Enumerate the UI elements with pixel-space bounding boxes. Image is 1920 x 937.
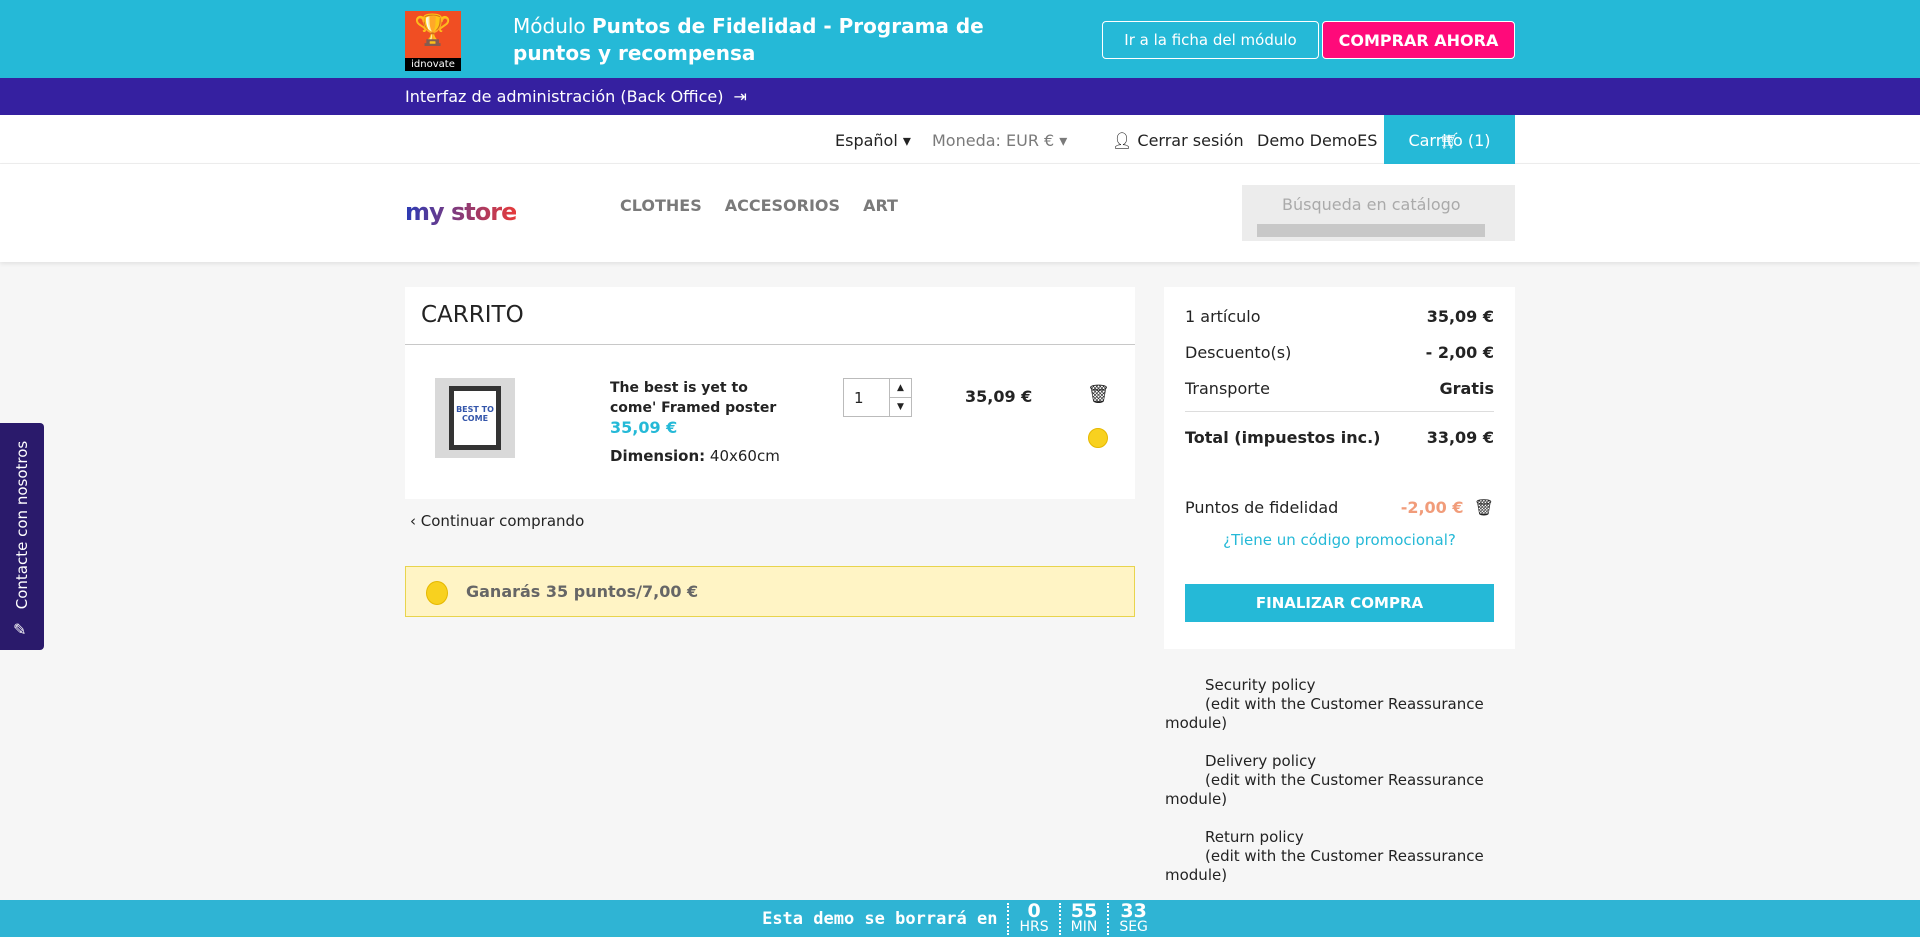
menu-art[interactable]: ART xyxy=(863,196,898,215)
cart-title: CARRITO xyxy=(405,287,1135,345)
product-dimension: Dimension: 40x60cm xyxy=(610,447,780,465)
delete-points-icon[interactable]: 🗑︎ xyxy=(1474,498,1494,517)
sign-in-icon: ⇥ xyxy=(733,87,747,106)
module-page-button[interactable]: Ir a la ficha del módulo xyxy=(1102,21,1319,59)
logout-link[interactable]: 👤︎ Cerrar sesión xyxy=(1112,131,1244,150)
decrement-icon[interactable]: ▼ xyxy=(890,397,911,416)
store-logo[interactable]: my store xyxy=(405,198,517,226)
product-total: 35,09 € xyxy=(965,387,1033,406)
module-title: Módulo Puntos de Fidelidad - Programa de… xyxy=(513,14,984,65)
user-nav: Español ▾ Moneda: EUR € ▾ 👤︎ Cerrar sesi… xyxy=(0,115,1920,164)
search-input[interactable]: Búsqueda en catálogo xyxy=(1242,185,1515,241)
menu-accesorios[interactable]: ACCESORIOS xyxy=(725,196,840,215)
contact-tab[interactable]: Contacte con nosotros ✎ xyxy=(0,423,44,650)
trophy-icon: 🏆 xyxy=(414,13,452,48)
cart-summary: 1 artículo 35,09 € Descuento(s) - 2,00 € T… xyxy=(1164,287,1515,649)
demo-countdown: Esta demo se borrará en 0 HRS 55 MIN 33 SEG xyxy=(0,900,1920,937)
product-price: 35,09 € xyxy=(610,418,678,437)
user-icon: 👤︎ xyxy=(1112,131,1133,150)
scrollbar[interactable] xyxy=(1257,224,1485,237)
idnovate-logo: 🏆 idnovate xyxy=(405,11,461,71)
chevron-left-icon: ‹ xyxy=(410,512,416,530)
buy-now-button[interactable]: COMPRAR AHORA xyxy=(1322,21,1515,59)
account-link[interactable]: Demo DemoES xyxy=(1257,131,1377,150)
site-header: my store CLOTHES ACCESORIOS ART Búsqueda… xyxy=(0,164,1920,262)
menu-clothes[interactable]: CLOTHES xyxy=(620,196,702,215)
product-image[interactable]: BEST TO COME xyxy=(435,378,515,458)
reassurance-return: Return policy (edit with the Customer Rea… xyxy=(1165,828,1484,884)
continue-shopping-link[interactable]: ‹ Continuar comprando xyxy=(410,512,584,530)
loyalty-points-notice: Ganarás 35 puntos/7,00 € xyxy=(405,566,1135,617)
cart-button[interactable]: 🛒︎ Carrito (1) xyxy=(1384,115,1515,164)
divider xyxy=(1185,411,1494,412)
admin-link[interactable]: Interfaz de administración (Back Office)… xyxy=(0,78,1920,115)
delete-icon[interactable]: 🗑︎ xyxy=(1087,384,1110,405)
language-select[interactable]: Español ▾ xyxy=(835,131,911,150)
contact-label: Contacte con nosotros xyxy=(13,440,31,610)
quantity-stepper[interactable]: 1 ▲ ▼ xyxy=(843,378,912,417)
product-name[interactable]: The best is yet to come' Framed poster xyxy=(610,378,790,418)
promo-topbar: 🏆 idnovate Módulo Puntos de Fidelidad - P… xyxy=(0,0,1920,78)
reassurance-security: Security policy (edit with the Customer R… xyxy=(1165,676,1484,732)
main-menu: CLOTHES ACCESORIOS ART xyxy=(620,196,898,215)
promo-code-link[interactable]: ¿Tiene un código promocional? xyxy=(1164,531,1515,549)
currency-select[interactable]: Moneda: EUR € ▾ xyxy=(932,131,1067,150)
checkout-button[interactable]: FINALIZAR COMPRA xyxy=(1185,584,1494,622)
coin-icon xyxy=(426,581,448,605)
coin-icon xyxy=(1088,428,1108,448)
cart-panel: CARRITO BEST TO COME The best is yet to … xyxy=(405,287,1135,499)
pencil-icon: ✎ xyxy=(13,620,27,639)
increment-icon[interactable]: ▲ xyxy=(890,379,911,397)
reassurance-delivery: Delivery policy (edit with the Customer R… xyxy=(1165,752,1484,808)
